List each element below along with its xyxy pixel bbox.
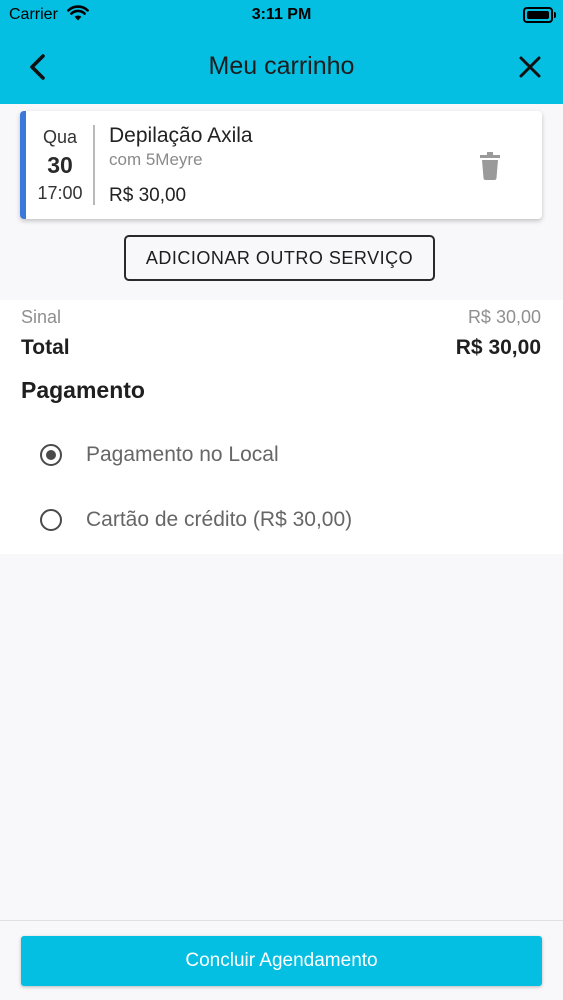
footer-bar: Concluir Agendamento	[0, 920, 563, 1000]
radio-unselected-icon[interactable]	[40, 509, 62, 531]
booking-day: 30	[47, 152, 73, 178]
payment-title: Pagamento	[21, 377, 145, 403]
payment-option-label: Cartão de crédito (R$ 30,00)	[86, 508, 353, 531]
deposit-label: Sinal	[21, 307, 62, 327]
status-bar: Carrier 3:11 PM	[0, 0, 563, 30]
deposit-value: R$ 30,00	[467, 307, 541, 327]
confirm-booking-button[interactable]: Concluir Agendamento	[21, 936, 542, 986]
booking-date: Qua 30 17:00	[26, 111, 94, 219]
nav-bar: Meu carrinho	[0, 38, 563, 94]
card-divider	[93, 125, 95, 205]
payment-option-local[interactable]: Pagamento no Local	[0, 434, 563, 478]
order-summary: Sinal R$ 30,00 Total R$ 30,00	[0, 300, 563, 374]
add-service-button[interactable]: ADICIONAR OUTRO SERVIÇO	[124, 235, 435, 281]
battery-icon	[523, 7, 556, 23]
total-value: R$ 30,00	[455, 336, 541, 359]
header-bar: Carrier 3:11 PM Meu carrinho	[0, 0, 563, 104]
service-price: R$ 30,00	[109, 185, 187, 206]
trash-icon	[480, 152, 500, 180]
booking-card: Qua 30 17:00 Depilação Axila com 5Meyre …	[20, 111, 542, 219]
service-name: Depilação Axila	[109, 124, 253, 147]
payment-section: Pagamento Pagamento no Local Cartão de c…	[0, 374, 563, 554]
cart-screen: Carrier 3:11 PM Meu carrinho Qua 30 17:0…	[0, 0, 563, 1000]
radio-selected-icon[interactable]	[40, 444, 62, 466]
close-button[interactable]	[513, 50, 547, 84]
total-label: Total	[21, 336, 70, 359]
payment-option-label: Pagamento no Local	[86, 443, 279, 466]
booking-weekday: Qua	[42, 127, 78, 147]
booking-time: 17:00	[37, 183, 83, 203]
payment-option-credit-card[interactable]: Cartão de crédito (R$ 30,00)	[0, 499, 563, 543]
close-icon	[519, 56, 541, 78]
page-title: Meu carrinho	[208, 52, 355, 80]
status-time: 3:11 PM	[251, 6, 312, 23]
delete-service-button[interactable]	[478, 151, 502, 181]
professional-name: com 5Meyre	[109, 150, 203, 169]
